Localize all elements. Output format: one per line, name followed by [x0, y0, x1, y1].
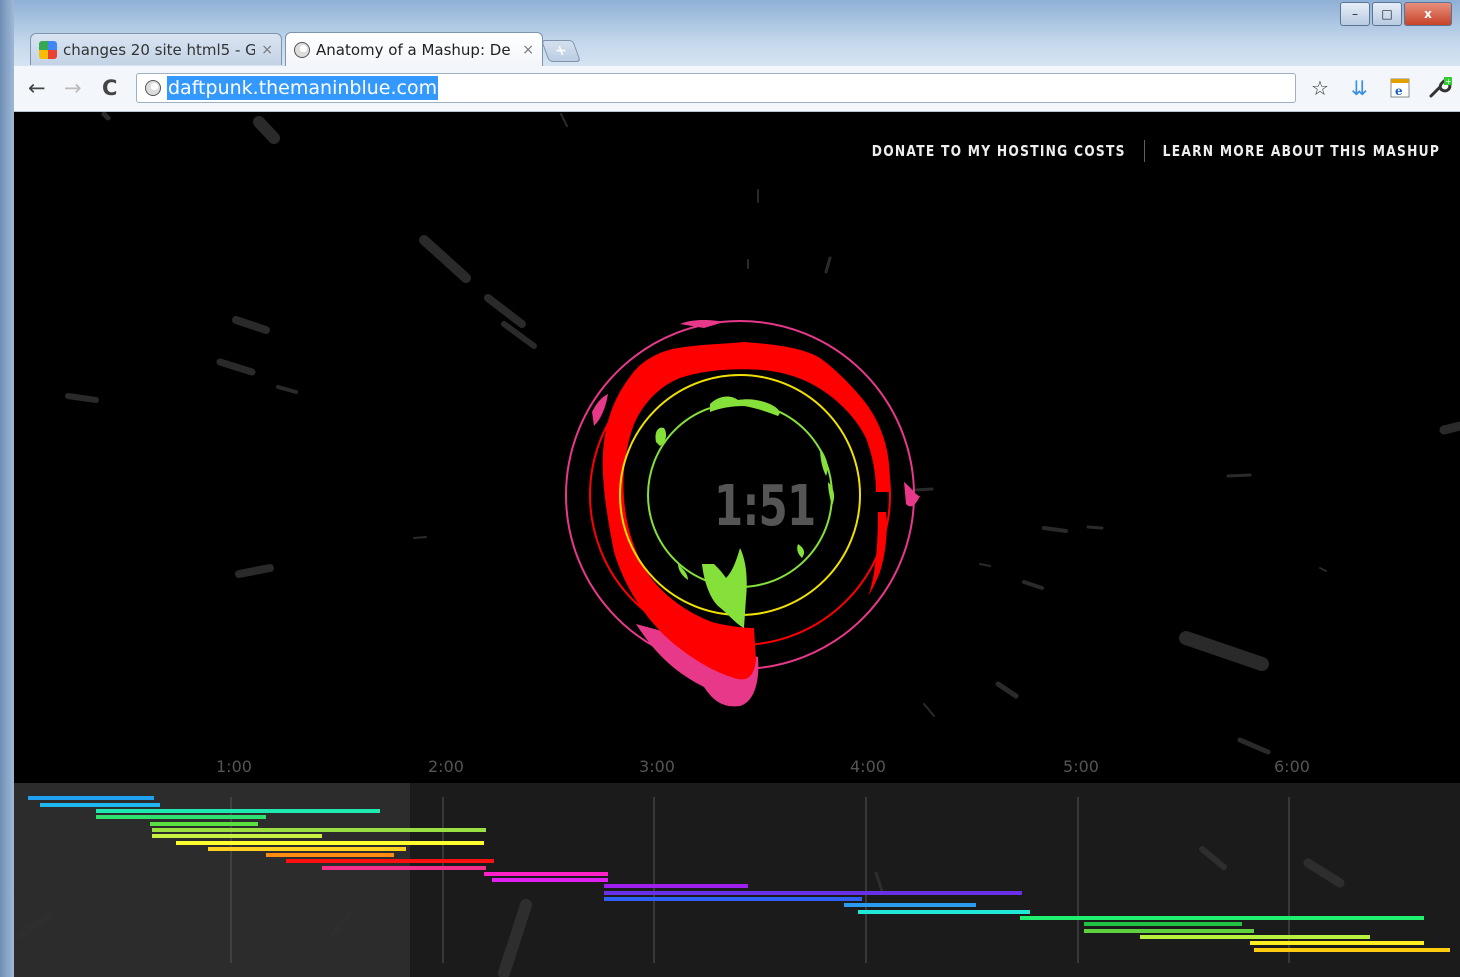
close-window-button[interactable]: x [1404, 2, 1452, 26]
tick-label: 5:00 [1063, 757, 1099, 776]
svg-text:e: e [1395, 84, 1403, 98]
forward-button[interactable]: → [64, 76, 82, 100]
current-time-display: 1:51 [714, 474, 816, 539]
tick-label: 6:00 [1274, 757, 1310, 776]
page-info-icon[interactable] [145, 80, 161, 96]
window-controls: – □ x [1340, 2, 1452, 26]
plus-icon: + [552, 43, 570, 59]
minimize-button[interactable]: – [1340, 2, 1370, 26]
reload-button[interactable]: C [102, 76, 117, 100]
tick-label: 4:00 [850, 757, 886, 776]
tab-label: changes 20 site html5 - Gc [63, 40, 256, 59]
timeline-tick-labels: 1:00 2:00 3:00 4:00 5:00 6:00 [14, 757, 1460, 779]
tab-close-icon[interactable]: × [522, 42, 534, 58]
segment-bars [28, 796, 1450, 952]
tab-anatomy-mashup[interactable]: Anatomy of a Mashup: De × [285, 32, 543, 66]
wrench-icon[interactable]: + [1428, 77, 1452, 103]
tab-label: Anatomy of a Mashup: De [316, 40, 511, 59]
track-timeline[interactable] [14, 783, 1460, 977]
tick-label: 3:00 [639, 757, 675, 776]
timeline-gridlines [230, 797, 1290, 963]
desktop-edge [0, 0, 14, 977]
star-icon[interactable]: ☆ [1311, 77, 1329, 99]
browser-toolbar: ← → C daftpunk.themaninblue.com ☆ ⇊ e + [14, 66, 1460, 112]
address-bar[interactable]: daftpunk.themaninblue.com [136, 73, 1296, 103]
maximize-button[interactable]: □ [1372, 2, 1402, 26]
timeline-streaks [18, 846, 1345, 977]
mashup-page: DONATE TO MY HOSTING COSTS LEARN MORE AB… [14, 112, 1460, 977]
tick-label: 1:00 [216, 757, 252, 776]
svg-text:+: + [1445, 77, 1452, 86]
track-segments [18, 796, 1450, 977]
back-button[interactable]: ← [28, 76, 46, 100]
tab-close-icon[interactable]: × [261, 42, 273, 58]
extension-download-icon[interactable]: ⇊ [1351, 77, 1368, 99]
tab-changes-site[interactable]: changes 20 site html5 - Gc × [30, 33, 282, 65]
tick-label: 2:00 [428, 757, 464, 776]
globe-favicon-icon [294, 41, 310, 58]
url-text[interactable]: daftpunk.themaninblue.com [167, 76, 439, 100]
google-favicon-icon [39, 40, 57, 59]
ie-tab-icon[interactable]: e [1390, 77, 1410, 103]
